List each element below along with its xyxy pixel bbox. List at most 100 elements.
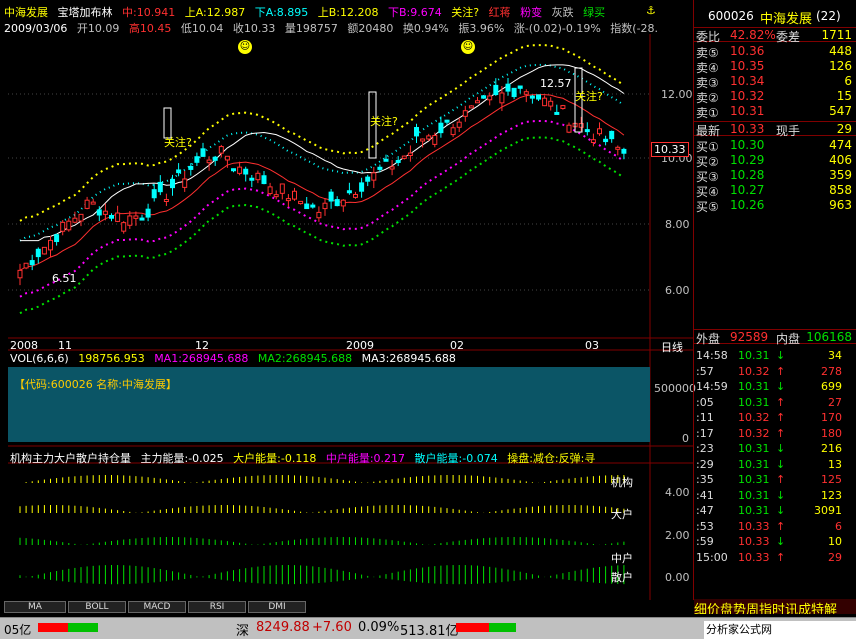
stock-count: (22) (816, 9, 841, 23)
candle-body (176, 169, 182, 174)
candle-body (139, 217, 145, 221)
price-axis-tick: 12.00 (661, 88, 693, 101)
candle-body (163, 198, 169, 202)
tick-p: 10.33 (738, 550, 770, 564)
tab-dmi[interactable]: DMI (248, 601, 306, 613)
tick-t: :29 (696, 457, 714, 471)
energy-axis-tick: 4.00 (665, 486, 690, 499)
candle-body (66, 220, 72, 231)
tick-row: :29 10.31 ↓ 13 (694, 458, 856, 473)
diff-value: 1711 (821, 28, 852, 42)
sell-row-p: 10.36 (730, 44, 765, 58)
candle-body (450, 127, 456, 136)
watch-note: 关注? (164, 136, 192, 149)
candle-body (340, 199, 346, 207)
tab-boll[interactable]: BOLL (68, 601, 126, 613)
upper-band-line (19, 44, 625, 222)
lower-b-band-line (19, 120, 625, 298)
energy-ops: 操盘:减仓:反弹:寻 (507, 452, 596, 465)
tick-row: 14:58 10.31 ↓ 34 (694, 349, 856, 364)
bottom-right-menu[interactable]: 细价盘势周指时讯成特解 (694, 599, 856, 614)
buy-row-p: 10.28 (730, 168, 765, 182)
stat-row (694, 231, 856, 246)
candle-body (353, 193, 358, 198)
sz-bar (456, 623, 516, 632)
candle-body (395, 159, 401, 163)
tick-p: 10.31 (738, 349, 770, 362)
tick-v: 216 (821, 442, 842, 455)
tick-v: 699 (821, 380, 842, 393)
candle-body (90, 201, 96, 205)
price-axis-tick: 6.00 (665, 284, 690, 297)
tick-t: :35 (696, 473, 714, 486)
candle-body (407, 152, 413, 156)
tick-t: :17 (696, 426, 714, 440)
candle-body (170, 178, 175, 189)
tick-t: :47 (696, 504, 714, 517)
tick-p: 10.31 (738, 473, 770, 486)
candle-body (243, 168, 249, 175)
latest-price: 10.33 (730, 122, 765, 136)
candle-body (29, 260, 35, 266)
candle-body (267, 186, 273, 195)
candle-body (414, 127, 419, 137)
smiley-icon: ☺ (461, 40, 475, 54)
candle-body (54, 234, 60, 243)
tick-t: 14:58 (696, 349, 728, 362)
sell-row: 卖④ 10.35 126 (694, 59, 856, 75)
vol-ma2: MA2:268945.688 (257, 352, 353, 365)
tick-t: 15:00 (696, 550, 728, 564)
sell-row-v: 15 (836, 89, 852, 103)
candle-body (96, 209, 102, 216)
energy-axis-tick: 0.00 (665, 571, 690, 584)
candle-body (444, 119, 450, 123)
candle-body (322, 202, 328, 210)
candle-body (200, 148, 206, 157)
date-axis-tick: 02 (450, 339, 464, 352)
candle-body (255, 172, 261, 181)
candle-body (615, 146, 621, 150)
buy-row: 买① 10.30 474 (694, 138, 856, 154)
vol-value: 198756.953 (78, 352, 145, 365)
smiley-icon: ☺ (238, 40, 252, 54)
candle-body (121, 222, 127, 232)
candle-body (84, 199, 90, 209)
ratio-label: 委比 (696, 30, 721, 44)
candle-body (194, 156, 200, 163)
tab-ma[interactable]: MA (4, 601, 66, 613)
candle-body (584, 129, 590, 133)
candle-body (115, 212, 121, 222)
energy-small: 散户能量:-0.074 (414, 452, 498, 465)
tick-row: :35 10.31 ↑ 125 (694, 473, 856, 488)
date-axis-tick: 03 (585, 339, 599, 352)
buy-row-p: 10.29 (730, 153, 765, 167)
candle-body (285, 198, 291, 202)
tab-macd[interactable]: MACD (128, 601, 186, 613)
candle-body (145, 208, 151, 218)
candle-body (17, 269, 23, 279)
candle-body (261, 175, 267, 185)
candle-body (475, 100, 480, 104)
buy-row-v: 359 (829, 168, 852, 182)
tick-v: 27 (828, 395, 842, 409)
candle-body (432, 134, 438, 145)
current-price-marker: 10.33 (651, 142, 689, 157)
sell-row-p: 10.34 (730, 74, 765, 88)
candle-body (383, 158, 389, 162)
candle-body (109, 214, 114, 219)
sell-row: 卖③ 10.34 6 (694, 74, 856, 90)
ma-line (20, 64, 625, 242)
hand-value: 29 (836, 122, 852, 136)
tick-a: ↓ (776, 457, 786, 471)
tab-rsi[interactable]: RSI (188, 601, 246, 613)
tick-t: :11 (696, 411, 714, 424)
candle-body (505, 83, 511, 92)
sell-row-v: 448 (829, 44, 852, 58)
candle-body (316, 211, 322, 219)
tick-t: :53 (696, 519, 714, 533)
energy-label: 大户 (611, 508, 633, 521)
tick-a: ↑ (776, 550, 786, 564)
tick-v: 170 (821, 411, 842, 424)
tick-t: :05 (696, 395, 714, 409)
tick-p: 10.31 (738, 395, 770, 409)
